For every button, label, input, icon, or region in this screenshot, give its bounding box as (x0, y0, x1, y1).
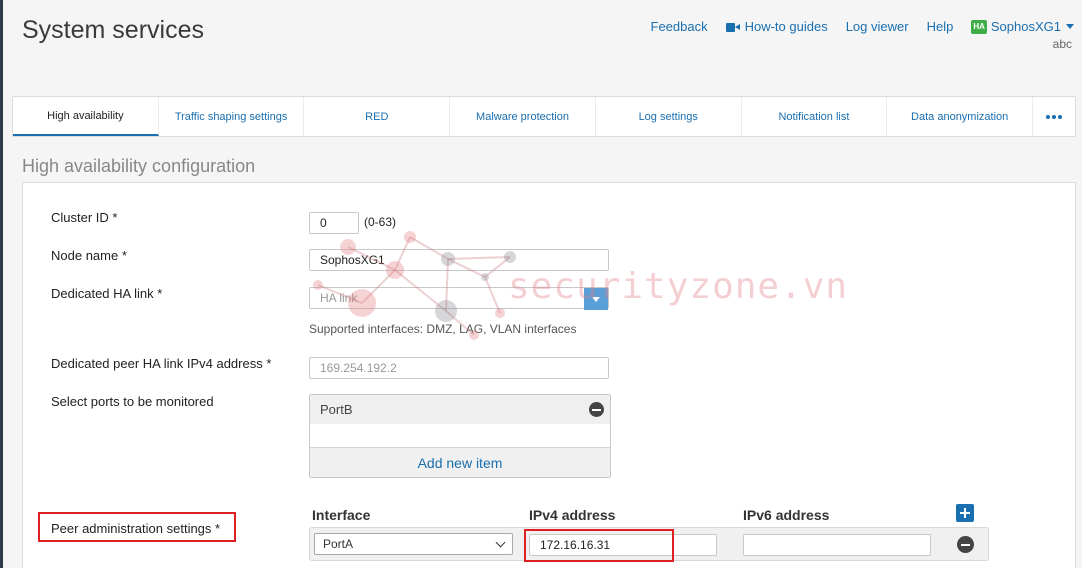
ipv6-address-input[interactable] (743, 534, 931, 556)
how-to-guides-label: How-to guides (744, 19, 828, 34)
ports-list: PortB Add new item (309, 394, 611, 478)
cluster-id-input[interactable]: 0 (309, 212, 359, 234)
chevron-down-icon (495, 537, 506, 547)
highlight-box (524, 529, 674, 562)
list-item: PortB (310, 395, 610, 424)
cluster-id-label: Cluster ID * (51, 210, 118, 225)
ha-link-dropdown-button[interactable] (584, 288, 608, 310)
tab-malware-protection[interactable]: Malware protection (450, 97, 596, 136)
tab-traffic-shaping[interactable]: Traffic shaping settings (159, 97, 305, 136)
add-plus-icon[interactable] (956, 504, 974, 522)
highlight-box (38, 512, 236, 542)
more-tabs-button[interactable] (1033, 97, 1075, 136)
tab-red[interactable]: RED (304, 97, 451, 136)
dropdown-arrow-icon (592, 296, 600, 302)
node-name-label: Node name * (51, 248, 127, 263)
log-viewer-link[interactable]: Log viewer (846, 19, 909, 34)
ha-link-select[interactable]: HA link (309, 287, 609, 310)
user-name: SophosXG1 (990, 19, 1061, 34)
window-edge (0, 0, 3, 568)
cluster-id-range: (0-63) (364, 215, 397, 229)
remove-row-icon[interactable] (957, 536, 974, 553)
ipv4-column-header: IPv4 address (529, 507, 616, 523)
how-to-guides-link[interactable]: How-to guides (725, 19, 828, 34)
tab-bar: High availability Traffic shaping settin… (12, 96, 1076, 137)
interface-select[interactable]: PortA (314, 533, 513, 555)
peer-ha-ip-label: Dedicated peer HA link IPv4 address * (51, 356, 272, 371)
help-link[interactable]: Help (927, 19, 954, 34)
ipv6-column-header: IPv6 address (743, 507, 830, 523)
page-title: System services (22, 16, 204, 44)
tab-notification-list[interactable]: Notification list (742, 97, 888, 136)
video-camera-icon (725, 22, 740, 32)
caret-down-icon (1066, 24, 1074, 29)
tab-data-anonymization[interactable]: Data anonymization (887, 97, 1034, 136)
ha-link-hint: Supported interfaces: DMZ, LAG, VLAN int… (309, 322, 577, 336)
interface-column-header: Interface (312, 507, 371, 523)
user-menu[interactable]: HA SophosXG1 (971, 19, 1074, 34)
port-item-label: PortB (320, 402, 353, 417)
top-links: Feedback How-to guides Log viewer Help H… (633, 19, 1074, 34)
user-subtitle: abc (1052, 37, 1072, 51)
section-title: High availability configuration (22, 156, 256, 176)
remove-circle-icon[interactable] (589, 402, 604, 417)
ha-link-label: Dedicated HA link * (51, 286, 163, 301)
ports-label: Select ports to be monitored (51, 394, 214, 409)
interface-select-value: PortA (323, 537, 354, 551)
feedback-link[interactable]: Feedback (651, 19, 708, 34)
add-new-item-button[interactable]: Add new item (310, 447, 610, 477)
ha-link-placeholder: HA link (320, 291, 358, 305)
more-dots-icon (1045, 114, 1062, 119)
peer-ha-ip-input[interactable]: 169.254.192.2 (309, 357, 609, 379)
tab-log-settings[interactable]: Log settings (596, 97, 742, 136)
tab-high-availability[interactable]: High availability (13, 97, 159, 136)
node-name-input[interactable]: SophosXG1 (309, 249, 609, 271)
ha-badge: HA (971, 19, 987, 34)
